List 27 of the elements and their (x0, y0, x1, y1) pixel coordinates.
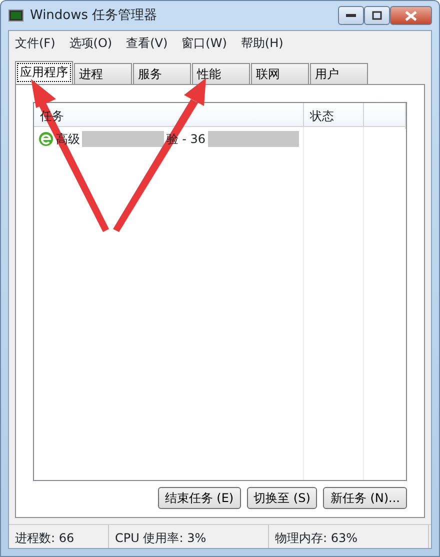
tab[interactable]: 应用程序 (15, 61, 73, 84)
maximize-icon (372, 11, 382, 20)
tab[interactable]: 联网 (251, 63, 309, 84)
action-button[interactable]: 切换至 (S) (246, 487, 318, 509)
status-text: CPU 使用率: 3% (109, 525, 269, 548)
minimize-icon (346, 14, 356, 18)
close-icon (405, 10, 417, 20)
tab[interactable]: 用户 (310, 63, 368, 84)
browser-icon (38, 131, 54, 147)
close-button[interactable] (390, 6, 432, 25)
action-button[interactable]: 新任务 (N)... (323, 487, 407, 509)
status-text: 进程数: 66 (9, 525, 109, 548)
minimize-button[interactable] (338, 6, 364, 25)
column-header[interactable]: 状态 (310, 109, 334, 123)
menu-item[interactable]: 帮助(H) (240, 34, 284, 52)
tab[interactable]: 服务 (133, 63, 191, 84)
menu-item[interactable]: 选项(O) (69, 34, 112, 52)
tab[interactable]: 性能 (192, 63, 250, 84)
menu-item[interactable]: 查看(V) (126, 34, 168, 52)
window-title: Windows 任务管理器 (30, 6, 158, 25)
status-text: 物理内存: 63% (269, 525, 429, 548)
maximize-button[interactable] (364, 6, 390, 25)
tab[interactable]: 进程 (74, 63, 132, 84)
menu-item[interactable]: 窗口(W) (182, 34, 227, 52)
menu-item[interactable]: 文件(F) (15, 34, 56, 52)
action-button[interactable]: 结束任务 (E) (158, 487, 241, 509)
app-icon (8, 8, 24, 22)
